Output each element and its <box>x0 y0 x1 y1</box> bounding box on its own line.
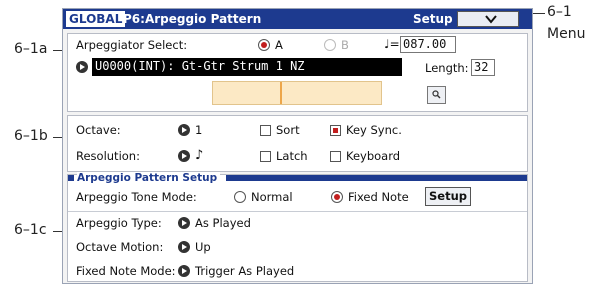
latch-checkbox[interactable] <box>260 151 271 162</box>
tone-mode-label: Arpeggio Tone Mode: <box>76 190 197 204</box>
divider <box>68 211 527 212</box>
keyboard-checkbox[interactable] <box>330 151 341 162</box>
mode-label: GLOBAL <box>66 11 126 27</box>
arp-b-radio[interactable] <box>324 39 336 51</box>
normal-radio[interactable] <box>234 191 246 203</box>
sort-checkbox[interactable] <box>260 125 271 136</box>
pattern-setup-title: Arpeggio Pattern Setup <box>77 172 221 184</box>
pattern-grid-cursor <box>280 82 283 104</box>
octave-motion-label: Octave Motion: <box>76 240 164 254</box>
chevron-down-icon <box>485 15 497 24</box>
arpeggio-type-label: Arpeggio Type: <box>76 216 162 230</box>
header-marker <box>68 175 74 181</box>
page-menu-button[interactable] <box>457 11 519 27</box>
octave-popup-button[interactable] <box>178 124 190 136</box>
fixed-note-label: Fixed Note <box>348 190 409 204</box>
fixed-note-mode-value: Trigger As Played <box>195 264 295 278</box>
resolution-popup-button[interactable] <box>178 150 190 162</box>
setup-button[interactable]: Setup <box>425 187 471 206</box>
pattern-popup-button[interactable] <box>76 61 88 73</box>
key-sync-checkbox[interactable] <box>330 125 341 136</box>
octave-motion-popup-button[interactable] <box>178 241 190 253</box>
fixed-note-radio[interactable] <box>331 191 343 203</box>
arp-b-label: B <box>341 38 349 52</box>
arpeggiator-select-section: Arpeggiator Select: A B ♩= 087.00 U0000(… <box>67 33 528 112</box>
magnifier-icon <box>432 90 441 99</box>
fixed-note-mode-label: Fixed Note Mode: <box>76 264 176 278</box>
latch-label: Latch <box>276 149 308 163</box>
callout-6-1a: 6–1a <box>14 41 48 57</box>
octave-resolution-section: Octave: 1 Sort Key Sync. Resolution: ♪ L… <box>67 115 528 172</box>
callout-6-1: 6–1 <box>547 4 572 20</box>
pattern-grid-preview <box>212 81 382 105</box>
arpeggio-type-value: As Played <box>195 216 251 230</box>
pattern-setup-header: Arpeggio Pattern Setup <box>68 172 527 186</box>
tempo-label: ♩= <box>384 37 400 51</box>
arpeggio-type-popup-button[interactable] <box>178 217 190 229</box>
callout-6-1b: 6–1b <box>14 128 48 144</box>
normal-label: Normal <box>251 190 293 204</box>
resolution-label: Resolution: <box>76 149 140 163</box>
header-bar <box>226 175 527 181</box>
title-bar: GLOBAL P6:Arpeggio Pattern Setup <box>63 9 532 29</box>
zoom-button[interactable] <box>427 86 446 104</box>
octave-value: 1 <box>195 123 203 137</box>
callout-menu: Menu <box>547 26 586 42</box>
arpeggio-pattern-panel: GLOBAL P6:Arpeggio Pattern Setup Arpeggi… <box>62 8 533 284</box>
length-field[interactable]: 32 <box>471 59 495 76</box>
tab-setup[interactable]: Setup <box>413 11 453 27</box>
fixed-note-mode-popup-button[interactable] <box>178 265 190 277</box>
length-label: Length: <box>425 61 469 75</box>
sort-label: Sort <box>276 123 300 137</box>
resolution-value: ♪ <box>195 148 204 163</box>
callout-6-1c: 6–1c <box>14 222 47 238</box>
tempo-field[interactable]: 087.00 <box>400 36 456 53</box>
arpeggio-pattern-setup-section: Arpeggio Pattern Setup Arpeggio Tone Mod… <box>67 172 528 282</box>
keyboard-label: Keyboard <box>346 149 401 163</box>
octave-motion-value: Up <box>195 240 211 254</box>
octave-label: Octave: <box>76 123 121 137</box>
arpeggiator-select-label: Arpeggiator Select: <box>76 38 188 52</box>
key-sync-label: Key Sync. <box>346 123 402 137</box>
page-title: P6:Arpeggio Pattern <box>123 12 262 26</box>
arp-a-radio[interactable] <box>258 39 270 51</box>
pattern-select-field[interactable]: U0000(INT): Gt-Gtr Strum 1 NZ <box>92 58 402 76</box>
arp-a-label: A <box>275 38 283 52</box>
